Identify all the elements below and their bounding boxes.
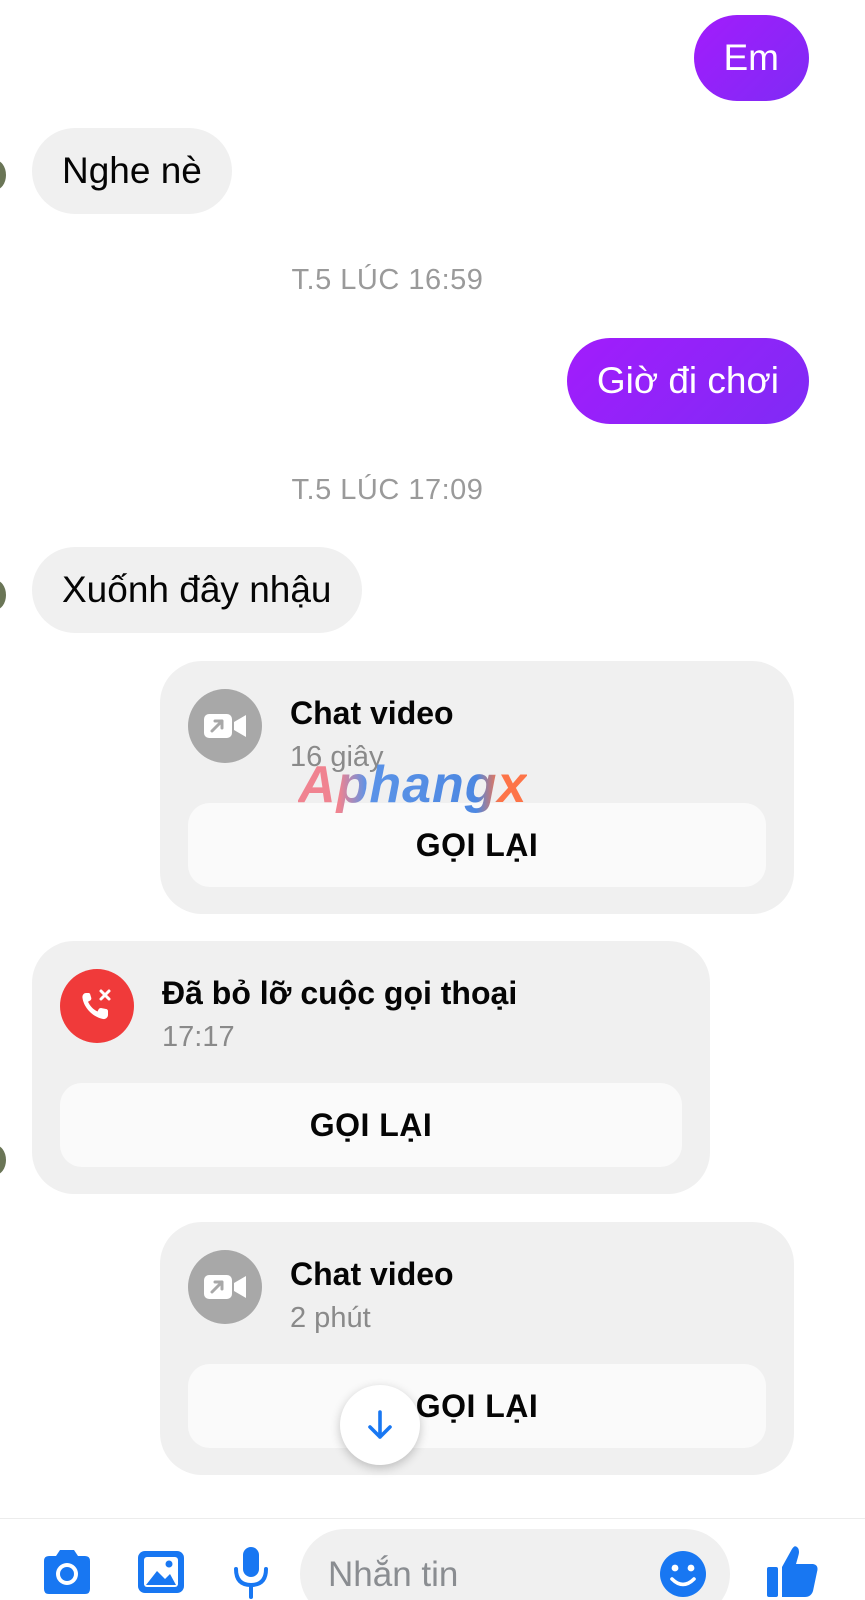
message-text: Em (723, 37, 780, 78)
composer-bar: Nhắn tin (0, 1518, 865, 1600)
video-call-icon (188, 1250, 262, 1324)
microphone-button[interactable] (228, 1541, 284, 1600)
emoji-button[interactable] (658, 1547, 708, 1600)
message-text: Xuốnh đây nhậu (62, 569, 332, 610)
emoji-icon (660, 1551, 706, 1597)
call-title: Đã bỏ lỡ cuộc gọi thoại (162, 975, 518, 1011)
timestamp-divider: T.5 LÚC 17:09 (291, 474, 484, 506)
timestamp-divider: T.5 LÚC 16:59 (291, 264, 484, 296)
gallery-icon (138, 1551, 184, 1593)
like-icon (767, 1546, 818, 1597)
message-text: Nghe nè (62, 150, 202, 191)
video-call-card: Chat video 2 phút GỌI LẠI (160, 1222, 794, 1475)
watermark-logo: Aphangx (298, 756, 528, 814)
missed-call-card: Đã bỏ lỡ cuộc gọi thoại 17:17 GỌI LẠI (32, 941, 710, 1194)
outgoing-message[interactable]: Giờ đi chơi (566, 338, 809, 424)
scroll-to-bottom-button[interactable] (340, 1385, 420, 1465)
incoming-message[interactable]: Nghe nè (32, 128, 232, 214)
call-duration: 2 phút (290, 1302, 371, 1334)
sender-avatar[interactable] (0, 160, 6, 190)
sender-avatar[interactable] (0, 1145, 6, 1175)
call-title: Chat video (290, 1256, 454, 1292)
like-button[interactable] (763, 1541, 823, 1600)
call-time: 17:17 (162, 1021, 235, 1053)
microphone-icon (234, 1547, 268, 1599)
incoming-message[interactable]: Xuốnh đây nhậu (32, 547, 362, 633)
call-title: Chat video (290, 695, 454, 731)
message-input-placeholder: Nhắn tin (328, 1555, 459, 1594)
call-back-button[interactable]: GỌI LẠI (60, 1083, 682, 1167)
missed-call-icon (60, 969, 134, 1043)
call-back-button[interactable]: GỌI LẠI (188, 1364, 766, 1448)
call-back-button[interactable]: GỌI LẠI (188, 803, 766, 887)
message-text: Giờ đi chơi (596, 360, 779, 401)
message-input[interactable]: Nhắn tin (300, 1529, 730, 1600)
outgoing-message[interactable]: Em (693, 15, 809, 101)
camera-button[interactable] (40, 1541, 96, 1600)
sender-avatar[interactable] (0, 580, 6, 610)
video-call-icon (188, 689, 262, 763)
gallery-button[interactable] (135, 1541, 191, 1600)
camera-icon (44, 1550, 90, 1594)
arrow-down-icon (368, 1410, 392, 1439)
